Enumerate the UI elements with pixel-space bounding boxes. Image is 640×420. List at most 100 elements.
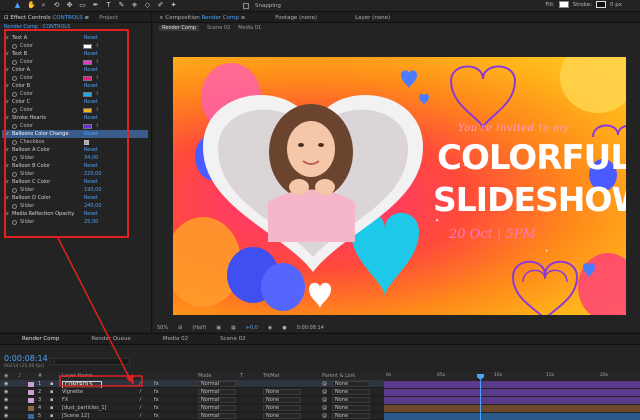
layer-name[interactable]: Vignette — [62, 389, 83, 395]
resolution-dropdown[interactable]: (Half) — [192, 325, 206, 331]
snapping-checkbox[interactable] — [243, 2, 249, 9]
layer-name[interactable]: [Scene 12] — [62, 413, 89, 419]
fx-icon[interactable]: fx — [4, 67, 12, 73]
checkbox[interactable]: ✓ — [84, 139, 89, 145]
composition-viewer[interactable]: ✦ ✦ ✦ ✦ You're invited to my COLORFUL SL… — [173, 57, 626, 315]
reset-link[interactable]: Reset — [84, 179, 98, 185]
layer-track-bar[interactable] — [384, 396, 640, 404]
subtab-media-01[interactable]: Media 01 — [238, 25, 261, 31]
reset-link[interactable]: Reset — [84, 211, 98, 217]
effect-row[interactable]: fx Balloon D Color Reset — [2, 194, 148, 202]
close-icon[interactable]: × — [159, 15, 164, 21]
color-swatch[interactable] — [83, 43, 92, 49]
fx-icon[interactable]: fx — [4, 131, 12, 137]
reset-link[interactable]: Reset — [84, 131, 98, 137]
trkmat-dropdown[interactable]: None — [263, 389, 301, 395]
subtab-render-comp[interactable]: Render Comp — [159, 24, 199, 31]
parent-dropdown[interactable]: None — [332, 397, 370, 403]
stroke-swatch[interactable] — [596, 1, 606, 8]
stopwatch-icon[interactable] — [12, 155, 17, 161]
switch-icon[interactable]: ⁄ — [140, 389, 141, 395]
tab-render-queue[interactable]: Render Queue — [91, 336, 130, 342]
parent-dropdown[interactable]: None — [332, 405, 370, 411]
layer-row[interactable]: ◉ 4 ▪ [dust_particles_1] ⁄ fx Normal None @ None — [0, 404, 384, 412]
tab-render-comp[interactable]: Render Comp — [22, 336, 59, 342]
stopwatch-icon[interactable] — [12, 43, 17, 49]
stroke-width-value[interactable]: 0 px — [610, 2, 622, 8]
slider-value[interactable]: 190,00 — [84, 187, 102, 193]
panel-menu-icon[interactable]: ≡ — [85, 15, 90, 21]
label-color[interactable] — [28, 389, 34, 395]
region-of-interest-icon[interactable]: ▣ — [216, 325, 221, 331]
parent-pickwhip-icon[interactable]: @ — [322, 381, 327, 387]
reset-link[interactable]: Reset — [84, 147, 98, 153]
color-swatch[interactable] — [83, 91, 92, 97]
effect-row[interactable]: fx Color B Reset — [2, 82, 148, 90]
effect-row[interactable]: fx Text A Reset — [2, 34, 148, 42]
reset-link[interactable]: Reset — [84, 163, 98, 169]
exposure-value[interactable]: +0,0 — [246, 325, 258, 331]
playhead-line[interactable] — [480, 380, 481, 420]
fx-icon[interactable]: fx — [4, 35, 12, 41]
zoom-dropdown[interactable]: 50% — [157, 325, 168, 331]
stopwatch-icon[interactable] — [12, 203, 17, 209]
puppet-tool-icon[interactable]: ✦ — [170, 2, 177, 9]
fx-icon[interactable]: fx — [4, 163, 12, 169]
trkmat-dropdown[interactable]: None — [263, 405, 301, 411]
stopwatch-icon[interactable] — [12, 75, 17, 81]
color-swatch[interactable] — [83, 75, 92, 81]
slider-value[interactable]: 220,00 — [84, 171, 102, 177]
parent-dropdown[interactable]: None — [332, 389, 370, 395]
stopwatch-icon[interactable] — [12, 123, 17, 129]
stopwatch-icon[interactable] — [12, 139, 17, 145]
selection-tool-icon[interactable]: ▲ — [14, 2, 21, 9]
reset-link[interactable]: Reset — [84, 51, 98, 57]
tab-scene-02[interactable]: Scene 02 — [220, 336, 246, 342]
fx-icon[interactable]: fx — [4, 51, 12, 57]
stopwatch-icon[interactable] — [12, 107, 17, 113]
layer-track-bar[interactable] — [384, 388, 640, 396]
layer-search-input[interactable]: ⌕ — [50, 358, 130, 365]
fx-icon[interactable]: fx — [4, 83, 12, 89]
label-color[interactable] — [28, 397, 34, 403]
fx-switch-icon[interactable]: fx — [154, 397, 159, 403]
parent-pickwhip-icon[interactable]: @ — [322, 405, 327, 411]
label-color[interactable] — [28, 413, 34, 419]
fx-icon[interactable]: fx — [4, 211, 12, 217]
transparency-grid-icon[interactable]: ▦ — [231, 325, 236, 331]
trkmat-dropdown[interactable]: None — [263, 397, 301, 403]
fx-switch-icon[interactable]: fx — [154, 413, 159, 419]
reset-link[interactable]: Reset — [84, 115, 98, 121]
eyedropper-icon[interactable]: ⌇ — [96, 75, 98, 81]
fx-icon[interactable]: fx — [4, 115, 12, 121]
grid-icon[interactable]: ⊞ — [178, 325, 182, 331]
switch-icon[interactable]: ⁄ — [140, 413, 141, 419]
effect-row[interactable]: fx Color A Reset — [2, 66, 148, 74]
label-color[interactable] — [28, 381, 34, 387]
zoom-tool-icon[interactable]: ⌕ — [40, 2, 47, 9]
tab-media-02[interactable]: Media 02 — [163, 336, 188, 342]
eyedropper-icon[interactable]: ⌇ — [96, 91, 98, 97]
subtab-scene-02[interactable]: Scene 02 — [207, 25, 230, 31]
clone-stamp-tool-icon[interactable]: ⎈ — [131, 2, 138, 9]
fx-icon[interactable]: fx — [4, 179, 12, 185]
effect-row[interactable]: fx Media Reflection Opacity Reset — [2, 210, 148, 218]
slider-value[interactable]: 240,00 — [84, 203, 102, 209]
color-swatch[interactable] — [83, 59, 92, 65]
eyedropper-icon[interactable]: ⌇ — [96, 107, 98, 113]
eye-icon[interactable]: ◉ — [4, 413, 8, 419]
eye-icon[interactable]: ◉ — [4, 381, 8, 387]
color-swatch[interactable] — [83, 107, 92, 113]
time-ruler[interactable]: 0s 05s 10s 15s 20s — [384, 372, 640, 380]
tab-effect-controls[interactable]: ⊡ Effect Controls CONTROLS ≡ — [4, 15, 89, 21]
pen-tool-icon[interactable]: ✒ — [92, 2, 99, 9]
roto-brush-tool-icon[interactable]: ✐ — [157, 2, 164, 9]
eye-icon[interactable]: ◉ — [4, 397, 8, 403]
layer-track-bar[interactable] — [384, 380, 640, 388]
switch-icon[interactable]: ⁄ — [140, 381, 141, 387]
reset-link[interactable]: Reset — [84, 195, 98, 201]
parent-dropdown[interactable]: None — [332, 413, 370, 419]
fx-switch-icon[interactable]: fx — [154, 381, 159, 387]
effect-row[interactable]: fx Balloons Color Change Reset — [2, 130, 148, 138]
eye-icon[interactable]: ◉ — [4, 389, 8, 395]
